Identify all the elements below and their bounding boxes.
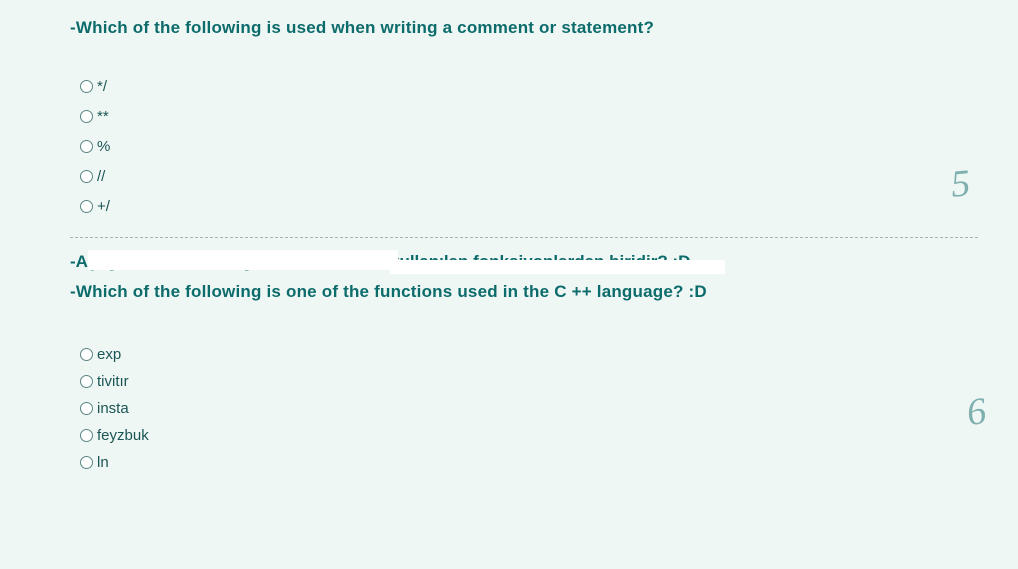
radio-icon[interactable]	[80, 348, 93, 361]
option-row[interactable]: feyzbuk	[80, 427, 1018, 444]
option-label: //	[97, 168, 105, 185]
option-row[interactable]: //	[80, 168, 1018, 185]
option-label: tivitır	[97, 373, 129, 390]
option-row[interactable]: insta	[80, 400, 1018, 417]
radio-icon[interactable]	[80, 375, 93, 388]
option-row[interactable]: ln	[80, 454, 1018, 471]
option-row[interactable]: */	[80, 78, 1018, 95]
option-label: insta	[97, 400, 129, 417]
option-label: %	[97, 138, 110, 155]
radio-icon[interactable]	[80, 429, 93, 442]
option-row[interactable]: +/	[80, 198, 1018, 215]
option-row[interactable]: %	[80, 138, 1018, 155]
margin-annotation-5: 5	[949, 161, 972, 206]
question-2-text: -Which of the following is one of the fu…	[70, 282, 1018, 302]
question-2-options: exp tivitır insta feyzbuk ln	[70, 346, 1018, 471]
radio-icon[interactable]	[80, 140, 93, 153]
option-label: ln	[97, 454, 109, 471]
question-1-text: -Which of the following is used when wri…	[70, 18, 1018, 38]
radio-icon[interactable]	[80, 402, 93, 415]
divider	[70, 237, 978, 238]
option-label: */	[97, 78, 107, 95]
radio-icon[interactable]	[80, 80, 93, 93]
option-label: **	[97, 108, 109, 125]
radio-icon[interactable]	[80, 110, 93, 123]
option-row[interactable]: **	[80, 108, 1018, 125]
option-label: feyzbuk	[97, 427, 149, 444]
option-row[interactable]: tivitır	[80, 373, 1018, 390]
option-label: +/	[97, 198, 110, 215]
radio-icon[interactable]	[80, 456, 93, 469]
obscured-question-line: -Aşağıdakilerden hangisi C++ dilinde kul…	[70, 252, 1018, 274]
question-1-options: */ ** % // +/	[70, 78, 1018, 215]
option-label: exp	[97, 346, 121, 363]
radio-icon[interactable]	[80, 170, 93, 183]
radio-icon[interactable]	[80, 200, 93, 213]
option-row[interactable]: exp	[80, 346, 1018, 363]
